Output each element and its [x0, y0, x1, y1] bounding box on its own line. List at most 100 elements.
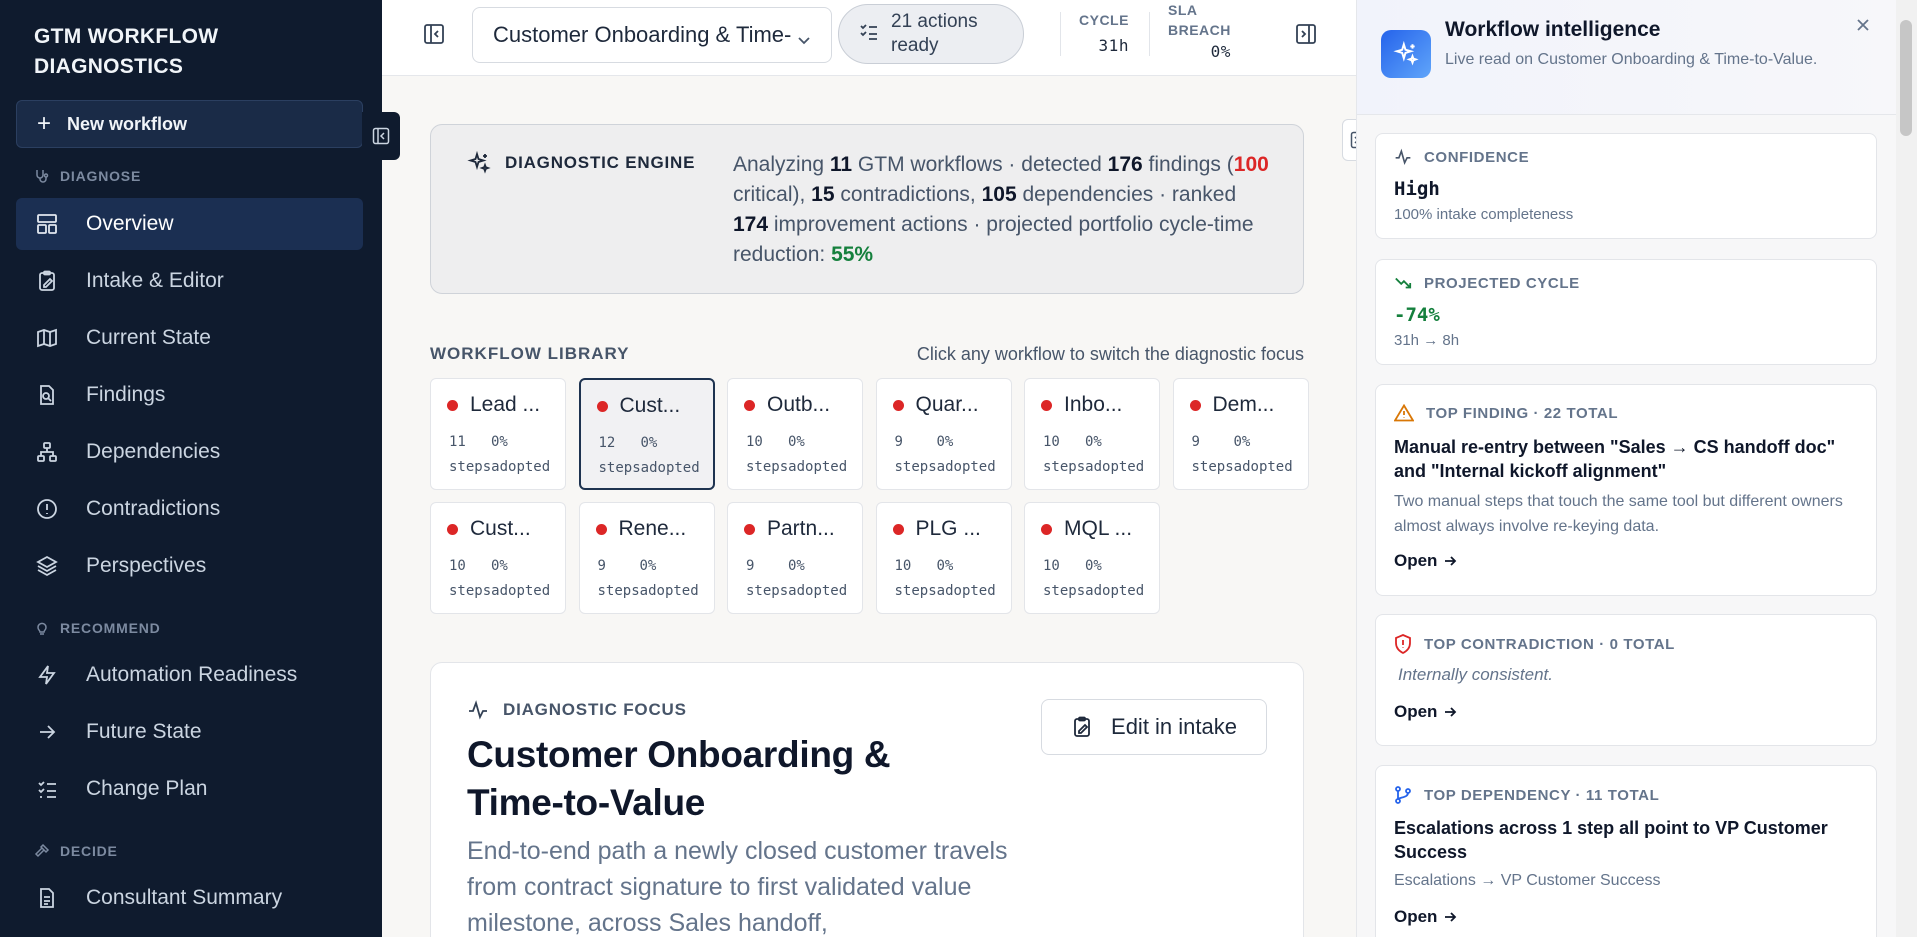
toggle-right-panel-button[interactable]	[1292, 20, 1320, 48]
workflow-card[interactable]: Dem... 9 0% stepsadopted	[1172, 378, 1309, 490]
confidence-card: CONFIDENCE High 100% intake completeness	[1375, 133, 1877, 239]
open-contradiction-link[interactable]: Open	[1394, 702, 1457, 722]
new-workflow-button[interactable]: + New workflow	[16, 100, 363, 148]
brand-line-2: DIAGNOSTICS	[34, 55, 184, 78]
workflow-card[interactable]: Lead ... 11 0% stepsadopted	[430, 378, 566, 490]
workflow-intelligence-panel: Workflow intelligence Live read on Custo…	[1356, 0, 1917, 937]
actions-ready-button[interactable]: 21 actions ready	[838, 4, 1024, 64]
open-finding-link[interactable]: Open	[1394, 551, 1457, 571]
workflow-card-meta: 10 0% stepsadopted	[1043, 434, 1145, 475]
workflow-card-name: PLG ...	[892, 517, 981, 541]
workflow-card-meta: 10 0% stepsadopted	[449, 558, 551, 599]
sidebar-item-overview[interactable]: Overview	[16, 198, 363, 250]
open-dependency-link[interactable]: Open	[1394, 907, 1457, 927]
sidebar-item-perspectives[interactable]: Perspectives	[16, 540, 363, 592]
dependency-title: Escalations across 1 step all point to V…	[1394, 818, 1828, 862]
main-content: DIAGNOSTIC ENGINE Analyzing 11 GTM workf…	[382, 77, 1376, 937]
workflow-card[interactable]: PLG ... 10 0% stepsadopted	[875, 502, 1012, 614]
sidebar-item-future-state[interactable]: Future State	[16, 706, 363, 758]
sidebar-item-automation-readiness[interactable]: Automation Readiness	[16, 649, 363, 701]
panel-subtitle: Live read on Customer Onboarding & Time-…	[1445, 51, 1818, 68]
workflow-card-name: Dem...	[1189, 393, 1274, 417]
workflow-card[interactable]: Partn... 9 0% stepsadopted	[727, 502, 863, 614]
clipboard-edit-icon	[34, 268, 60, 294]
layout-icon	[34, 211, 60, 237]
sidebar-item-findings[interactable]: Findings	[16, 369, 363, 421]
diagnostic-engine-summary: Analyzing 11 GTM workflows · detected 17…	[733, 153, 1269, 266]
trending-down-icon	[1395, 277, 1412, 289]
git-branch-icon	[1395, 786, 1411, 804]
finding-title: Manual re-entry between "Sales → CS hand…	[1394, 437, 1836, 481]
workflow-card[interactable]: Inbo... 10 0% stepsadopted	[1024, 378, 1160, 490]
sidebar-item-intake[interactable]: Intake & Editor	[16, 255, 363, 307]
sidebar-item-change-plan[interactable]: Change Plan	[16, 763, 363, 815]
workflow-card-name: Quar...	[892, 393, 979, 417]
scrollbar[interactable]	[1896, 0, 1917, 937]
section-decide: DECIDE	[34, 843, 118, 859]
close-icon[interactable]	[1855, 16, 1871, 39]
toggle-sidebar-button[interactable]	[420, 20, 448, 48]
dependency-body: Escalations → VP Customer Success	[1394, 872, 1661, 889]
section-recommend: RECOMMEND	[34, 620, 161, 636]
projected-cycle-value: -74%	[1394, 304, 1440, 326]
status-dot	[596, 400, 608, 412]
diagnostic-engine-card: DIAGNOSTIC ENGINE Analyzing 11 GTM workf…	[430, 124, 1304, 294]
projected-cycle-note: 31h → 8h	[1394, 332, 1460, 349]
status-dot	[1041, 523, 1052, 535]
section-diagnose: DIAGNOSE	[34, 168, 141, 184]
actions-ready-label: 21 actions ready	[891, 11, 978, 56]
status-dot	[447, 399, 458, 411]
top-finding-card: TOP FINDING · 22 TOTAL Manual re-entry b…	[1375, 384, 1877, 596]
diagnostic-focus-card: DIAGNOSTIC FOCUS Customer Onboarding & T…	[430, 662, 1304, 937]
map-icon	[34, 325, 60, 351]
file-search-icon	[34, 382, 60, 408]
panel-title: Workflow intelligence	[1445, 18, 1661, 41]
workflow-card[interactable]: MQL ... 10 0% stepsadopted	[1024, 502, 1160, 614]
alert-circle-icon	[34, 496, 60, 522]
sidebar-item-contradictions[interactable]: Contradictions	[16, 483, 363, 535]
status-dot	[447, 523, 458, 535]
lightning-icon	[34, 662, 60, 688]
sidebar-item-consultant-summary[interactable]: Consultant Summary	[16, 872, 363, 924]
workflow-select[interactable]: Customer Onboarding & Time-	[472, 7, 832, 63]
layers-icon	[34, 553, 60, 579]
workflow-card[interactable]: Rene... 9 0% stepsadopted	[578, 502, 715, 614]
workflow-card[interactable]: Quar... 9 0% stepsadopted	[875, 378, 1012, 490]
activity-icon	[469, 700, 487, 720]
collapse-sidebar-button[interactable]	[362, 112, 400, 160]
sidebar-item-dependencies[interactable]: Dependencies	[16, 426, 363, 478]
workflow-card[interactable]: Cust... 10 0% stepsadopted	[430, 502, 566, 614]
workflow-card[interactable]: Outb... 10 0% stepsadopted	[727, 378, 863, 490]
lightbulb-icon	[37, 622, 47, 635]
workflow-card-meta: 9 0% stepsadopted	[894, 434, 996, 475]
finding-body: Two manual steps that touch the same too…	[1394, 493, 1843, 535]
sparkles-icon	[467, 151, 491, 174]
list-check-icon	[859, 21, 879, 48]
sidebar-collapse-icon	[372, 127, 390, 145]
workflow-card-meta: 12 0% stepsadopted	[598, 435, 700, 476]
workflow-library-heading: WORKFLOW LIBRARY	[430, 344, 630, 363]
workflow-card-meta: 10 0% stepsadopted	[746, 434, 848, 475]
confidence-note: 100% intake completeness	[1394, 206, 1574, 223]
sparkles-icon	[1381, 30, 1431, 78]
diagnostic-engine-label: DIAGNOSTIC ENGINE	[467, 151, 695, 175]
stethoscope-icon	[36, 170, 49, 183]
workflow-card-name: Partn...	[744, 517, 835, 541]
workflow-card-name: Lead ...	[447, 393, 540, 417]
sla-breach-kpi: SLA BREACH 0%	[1168, 2, 1231, 61]
gavel-icon	[34, 843, 50, 858]
scrollbar-thumb[interactable]	[1900, 20, 1912, 136]
arrow-right-icon	[1445, 707, 1457, 717]
workflow-card[interactable]: Cust... 12 0% stepsadopted	[578, 378, 715, 490]
workflow-card-name: Rene...	[595, 517, 686, 541]
sidebar: GTM WORKFLOW DIAGNOSTICS + New workflow …	[0, 0, 382, 937]
new-workflow-label: New workflow	[67, 113, 188, 134]
network-icon	[34, 439, 60, 465]
edit-in-intake-button[interactable]: Edit in intake	[1041, 699, 1267, 755]
top-dependency-card: TOP DEPENDENCY · 11 TOTAL Escalations ac…	[1375, 765, 1877, 937]
panel-right-icon	[1296, 24, 1316, 44]
workflow-card-meta: 9 0% stepsadopted	[597, 558, 699, 599]
status-dot	[744, 523, 755, 535]
sidebar-item-current-state[interactable]: Current State	[16, 312, 363, 364]
panel-header: Workflow intelligence Live read on Custo…	[1357, 0, 1897, 115]
